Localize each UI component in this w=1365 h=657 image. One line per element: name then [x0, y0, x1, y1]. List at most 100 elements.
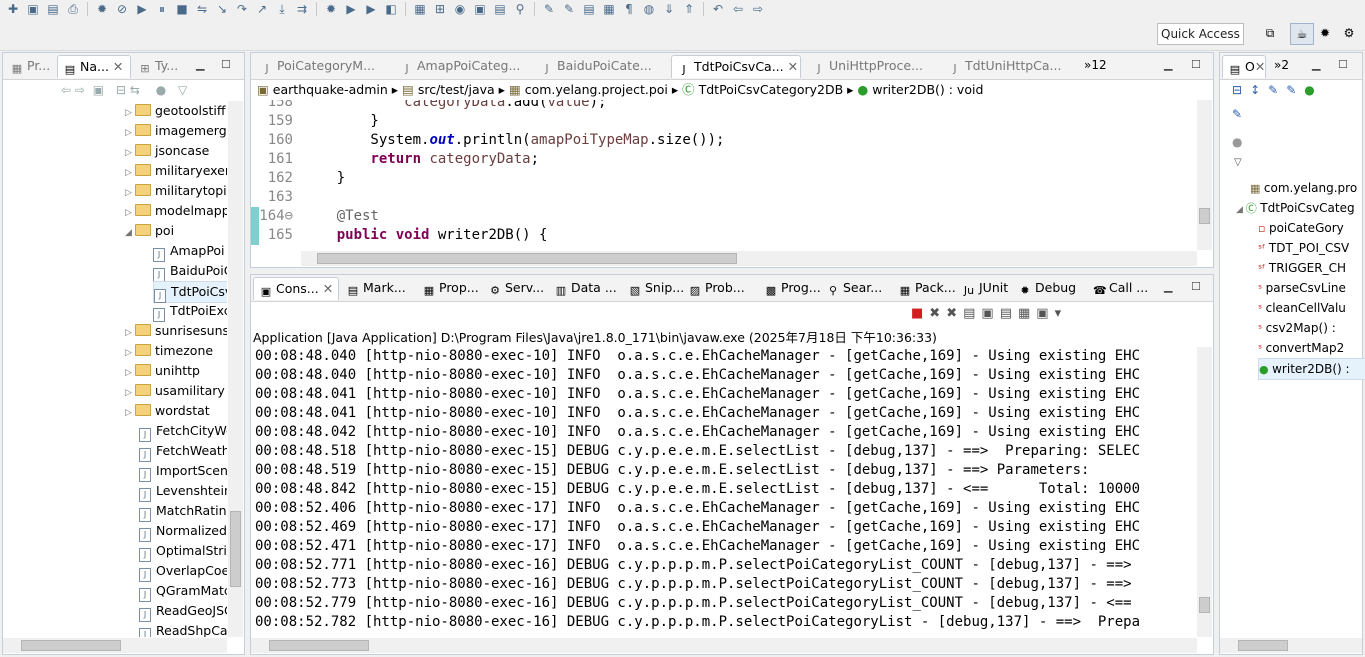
forward-icon[interactable]: ⇨	[749, 1, 767, 17]
hide-static-icon[interactable]: ✎	[1286, 83, 1304, 97]
tree-file[interactable]: J OverlapCoe	[139, 561, 227, 582]
new-icon[interactable]: ✚	[4, 1, 22, 17]
breadcrumb-item[interactable]: TdtPoiCsvCategory2DB	[699, 82, 844, 97]
editor-tab[interactable]: J PoiCategoryM...	[255, 55, 383, 77]
expand-arrow-icon[interactable]: ▷	[125, 383, 135, 403]
run-external-icon[interactable]: ▶	[362, 1, 380, 17]
minimize-icon[interactable]: ▁	[196, 58, 204, 71]
maximize-icon[interactable]: ☐	[1191, 58, 1201, 71]
open-type-icon[interactable]: ▣	[471, 1, 489, 17]
minimize-icon[interactable]: ▁	[1164, 58, 1172, 71]
resume-icon[interactable]: ▶	[133, 1, 151, 17]
breadcrumb-item[interactable]: com.yelang.project.poi	[525, 82, 668, 97]
tree-folder[interactable]: ◢ poi	[125, 221, 174, 241]
open-console-icon[interactable]: ▾	[1055, 306, 1068, 321]
focus-icon[interactable]: ●	[1232, 135, 1242, 149]
tab-overflow[interactable]: »12	[1084, 58, 1107, 72]
scroll-thumb[interactable]	[1238, 640, 1288, 651]
tree-file[interactable]: J FetchWeathe	[139, 441, 227, 462]
last-edit-icon[interactable]: ↶	[709, 1, 727, 17]
new-java-project-icon[interactable]: ▦	[411, 1, 429, 17]
console-tab[interactable]: ⚲ Sear...	[821, 277, 893, 299]
tree-file[interactable]: J ReadShpCa	[139, 621, 227, 637]
annotation-icon[interactable]: ✎	[540, 1, 558, 17]
editor-tab[interactable]: J TdtUniHttpCa...	[943, 55, 1071, 77]
outline-item[interactable]: ˢ convertMap2	[1258, 338, 1365, 358]
hide-local-types-icon[interactable]: ✎	[1232, 107, 1242, 121]
prev-annotation-icon[interactable]: ⇑	[680, 1, 698, 17]
tree-file[interactable]: J AmapPoi	[153, 241, 225, 262]
run-icon[interactable]: ▶	[342, 1, 360, 17]
tree-file[interactable]: J Normalized	[139, 521, 227, 542]
hide-fields-icon[interactable]: ✎	[1268, 83, 1286, 97]
tree-folder[interactable]: ▷ modelmapp	[125, 201, 227, 221]
close-icon[interactable]: ✕	[319, 281, 333, 296]
editor-tab[interactable]: J AmapPoiCateg...	[395, 55, 523, 77]
tree-folder[interactable]: ▷ timezone	[125, 341, 213, 361]
tab-overflow[interactable]: »2	[1274, 58, 1289, 72]
expand-arrow-icon[interactable]: ▷	[125, 403, 135, 423]
maximize-icon[interactable]: ☐	[1191, 280, 1201, 293]
new-class-icon[interactable]: ◉	[451, 1, 469, 17]
display-console-icon[interactable]: ▣	[1036, 306, 1054, 321]
collapse-arrow-icon[interactable]: ◢	[1236, 205, 1246, 215]
forward-icon[interactable]: ⇨	[75, 83, 85, 97]
tree-folder[interactable]: ▷ imagemerge	[125, 121, 227, 141]
remove-launch-icon[interactable]: ✖	[929, 306, 946, 321]
quick-access-input[interactable]: Quick Access	[1157, 23, 1244, 45]
expand-arrow-icon[interactable]: ▷	[125, 323, 135, 343]
java-perspective-icon[interactable]: ⚙	[1338, 23, 1360, 43]
disconnect-icon[interactable]: ⇋	[193, 1, 211, 17]
breadcrumb-item[interactable]: writer2DB() : void	[872, 82, 983, 97]
outline-item[interactable]: ◢ Ⓒ TdtPoiCsvCateg	[1236, 198, 1365, 218]
word-wrap-icon[interactable]: ▤	[1000, 306, 1018, 321]
print-icon[interactable]: ⎙	[64, 1, 82, 17]
outline-item[interactable]: ˢ parseCsvLine	[1258, 278, 1365, 298]
clear-console-icon[interactable]: ▤	[963, 306, 981, 321]
outline-item[interactable]: ˢᶠ TRIGGER_CH	[1258, 258, 1365, 278]
format-icon[interactable]: ▤	[580, 1, 598, 17]
scroll-thumb[interactable]	[230, 511, 241, 587]
tab-project-explorer[interactable]: ▦ Pr...	[5, 55, 55, 77]
console-tab[interactable]: ▦ Pack...	[893, 277, 965, 299]
skip-breakpoints-icon[interactable]: ⊘	[113, 1, 131, 17]
tree-file[interactable]: J TdtPoiExc	[153, 301, 227, 322]
step-into-icon[interactable]: ↘	[213, 1, 231, 17]
outline-item[interactable]: ▦ com.yelang.pro	[1250, 178, 1365, 198]
breadcrumb-item[interactable]: src/test/java	[418, 82, 495, 97]
outline-item[interactable]: ˢ csv2Map() :	[1258, 318, 1365, 338]
editor-vscroll[interactable]	[1197, 100, 1212, 250]
browser-icon[interactable]: ◍	[640, 1, 658, 17]
pin-console-icon[interactable]: ▦	[1018, 306, 1036, 321]
close-icon[interactable]: ✕	[784, 59, 798, 74]
outline-item[interactable]: ˢᶠ TDT_POI_CSV	[1258, 238, 1365, 258]
java-ee-perspective-icon[interactable]: ☕	[1290, 23, 1314, 45]
collapse-arrow-icon[interactable]: ◢	[125, 223, 135, 243]
tab-type-hierarchy[interactable]: ⊞ Ty...	[133, 55, 185, 77]
tree-folder[interactable]: ▷ jsoncase	[125, 141, 209, 161]
debug-perspective-icon[interactable]: ✹	[1314, 23, 1336, 43]
tree-folder[interactable]: ▷ militarytopic	[125, 181, 227, 201]
expand-arrow-icon[interactable]: ▷	[125, 183, 135, 203]
scroll-thumb[interactable]	[1199, 208, 1210, 224]
expand-arrow-icon[interactable]: ▷	[125, 203, 135, 223]
expand-arrow-icon[interactable]: ▷	[125, 123, 135, 143]
up-icon[interactable]: ▣	[93, 83, 104, 97]
tree-file[interactable]: J QGramMatc	[139, 581, 227, 602]
console-tab[interactable]: ▥ Data ...	[549, 277, 621, 299]
expand-arrow-icon[interactable]: ▷	[125, 163, 135, 183]
collapse-all-icon[interactable]: ⊟	[116, 83, 126, 97]
remove-all-icon[interactable]: ✖	[946, 306, 963, 321]
code-editor[interactable]: 158 categoryData.add(value); 159 } 160 Sys…	[251, 100, 1197, 250]
tree-folder[interactable]: ▷ wordstat	[125, 401, 210, 421]
tree-folder[interactable]: ▷ geotoolstiff	[125, 101, 225, 121]
coverage-icon[interactable]: ◧	[382, 1, 400, 17]
view-menu-icon[interactable]: ▽	[178, 83, 187, 97]
scroll-lock-icon[interactable]: ▣	[981, 306, 999, 321]
tab-outline[interactable]: ▤ O✕	[1222, 55, 1266, 78]
search-icon[interactable]: ⚲	[511, 1, 529, 17]
minimize-icon[interactable]: ▁	[1312, 58, 1320, 71]
tab-navigator[interactable]: ▤ Na... ✕	[57, 55, 131, 78]
block-select-icon[interactable]: ▦	[600, 1, 618, 17]
hide-nonpublic-icon[interactable]: ●	[1304, 83, 1322, 97]
